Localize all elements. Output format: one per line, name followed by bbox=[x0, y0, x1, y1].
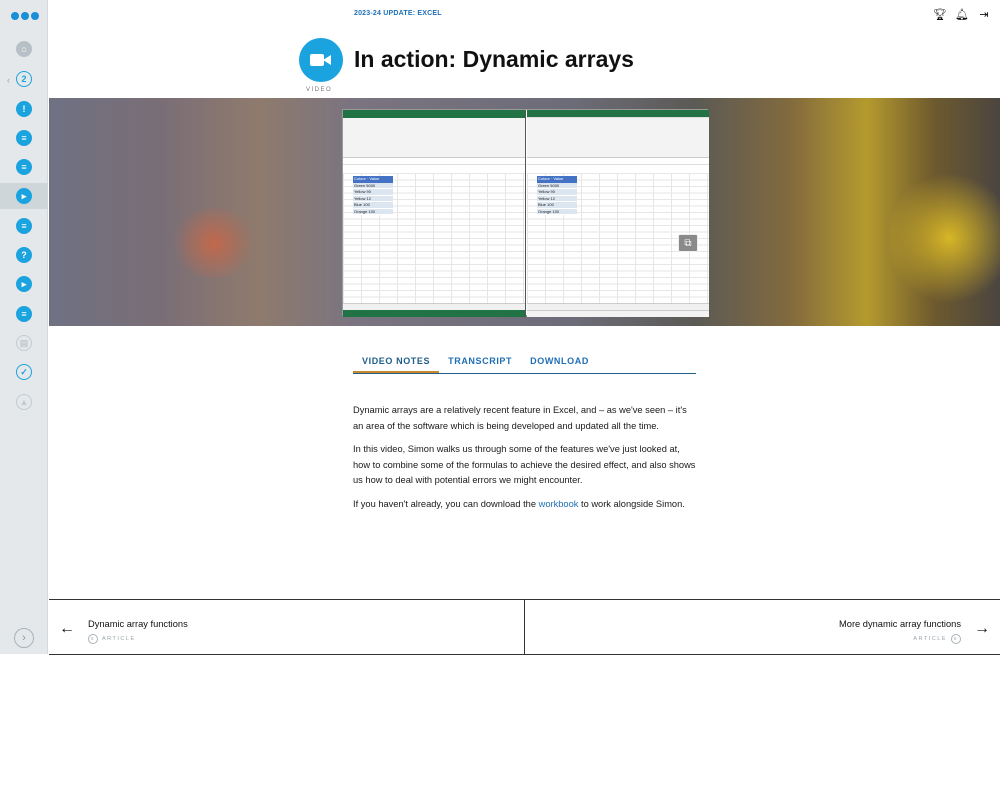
content-tabs: VIDEO NOTES TRANSCRIPT DOWNLOAD bbox=[353, 354, 696, 374]
chevron-left-icon[interactable]: ‹ bbox=[7, 75, 10, 85]
next-lesson-title: More dynamic array functions bbox=[839, 619, 961, 629]
video-frame: Colour · Value Green 5000 Yellow 90 Yell… bbox=[342, 109, 709, 317]
bell-icon[interactable]: 🔔︎ bbox=[955, 8, 969, 21]
document-icon[interactable]: ▤ bbox=[16, 335, 32, 351]
logout-icon[interactable]: ⇥ bbox=[978, 8, 990, 21]
notes-paragraph: Dynamic arrays are a relatively recent f… bbox=[353, 405, 687, 431]
previous-lesson-link[interactable]: ← Dynamic array functions ≡ ARTICLE bbox=[49, 600, 524, 655]
video-icon bbox=[299, 38, 343, 82]
picture-in-picture-icon[interactable]: ⧉ bbox=[678, 234, 698, 252]
next-lesson-link[interactable]: More dynamic array functions ARTICLE ≡ → bbox=[525, 600, 1000, 655]
excel-window-left: Colour · Value Green 5000 Yellow 90 Yell… bbox=[343, 110, 526, 317]
tab-video-notes[interactable]: VIDEO NOTES bbox=[353, 354, 440, 373]
previous-lesson-type: ≡ ARTICLE bbox=[88, 634, 136, 644]
arrow-left-icon: ← bbox=[59, 620, 75, 637]
course-label: 2023-24 UPDATE: EXCEL bbox=[354, 10, 442, 17]
tab-transcript[interactable]: TRANSCRIPT bbox=[439, 354, 521, 373]
video-icon[interactable]: ▸ bbox=[16, 188, 32, 204]
video-notes: Dynamic arrays are a relatively recent f… bbox=[353, 403, 696, 520]
video-icon[interactable]: ▸ bbox=[16, 276, 32, 292]
article-icon[interactable]: ≡ bbox=[16, 306, 32, 322]
sidebar: ⌂ ‹ 2 ! ≡ ≡ ▸ ≡ ? ▸ ≡ ▤ ✓ ▲ › bbox=[0, 0, 48, 654]
lesson-navigation: ← Dynamic array functions ≡ ARTICLE More … bbox=[49, 599, 1000, 655]
app-logo[interactable] bbox=[11, 12, 39, 20]
chevron-right-icon[interactable]: › bbox=[14, 628, 34, 648]
workbook-link[interactable]: workbook bbox=[539, 499, 579, 509]
home-icon[interactable]: ⌂ bbox=[16, 41, 32, 57]
notes-paragraph: In this video, Simon walks us through so… bbox=[353, 444, 696, 485]
page-title: In action: Dynamic arrays bbox=[354, 46, 634, 72]
notes-paragraph: If you haven't already, you can download… bbox=[353, 498, 685, 509]
previous-lesson-title: Dynamic array functions bbox=[88, 619, 188, 629]
article-icon[interactable]: ≡ bbox=[16, 218, 32, 234]
article-icon[interactable]: ≡ bbox=[16, 159, 32, 175]
check-icon[interactable]: ✓ bbox=[16, 364, 32, 380]
article-icon: ≡ bbox=[88, 634, 98, 644]
excel-window-right: Colour · Value Green 5000 Yellow 90 Yell… bbox=[527, 110, 709, 317]
next-lesson-type: ARTICLE ≡ bbox=[913, 634, 961, 644]
content-type-label: VIDEO bbox=[306, 87, 333, 93]
video-player[interactable]: Colour · Value Green 5000 Yellow 90 Yell… bbox=[49, 98, 1000, 326]
arrow-right-icon: → bbox=[974, 620, 990, 637]
article-icon[interactable]: ≡ bbox=[16, 130, 32, 146]
tab-download[interactable]: DOWNLOAD bbox=[521, 354, 598, 373]
trophy-icon[interactable]: ▲ bbox=[16, 394, 32, 410]
article-icon: ≡ bbox=[951, 634, 961, 644]
quiz-icon[interactable]: ? bbox=[16, 247, 32, 263]
lightbulb-icon[interactable]: ! bbox=[16, 101, 32, 117]
top-icons: 🏆︎ 🔔︎ ⇥ bbox=[933, 8, 990, 21]
step-2-icon[interactable]: 2 bbox=[16, 71, 32, 87]
trophy-icon[interactable]: 🏆︎ bbox=[933, 8, 947, 21]
